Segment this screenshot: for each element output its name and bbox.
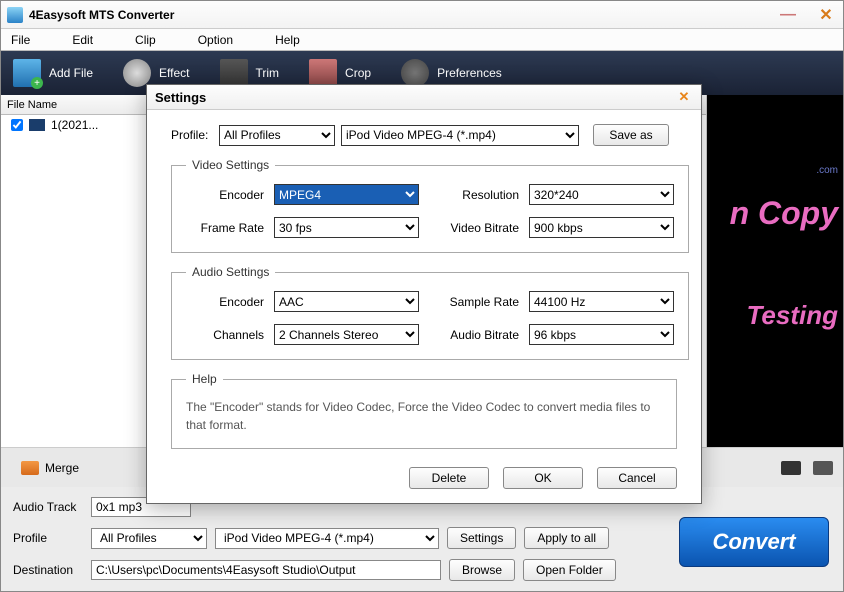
- channels-select[interactable]: 2 Channels Stereo: [274, 324, 419, 345]
- toolbar-preferences[interactable]: Preferences: [401, 59, 502, 87]
- help-group: Help The "Encoder" stands for Video Code…: [171, 372, 677, 449]
- help-text: The "Encoder" stands for Video Codec, Fo…: [186, 398, 662, 434]
- preview-overlay: Testing: [747, 300, 838, 331]
- convert-button[interactable]: Convert: [679, 517, 829, 567]
- toolbar-trim[interactable]: Trim: [220, 59, 280, 87]
- destination-field[interactable]: [91, 560, 441, 580]
- resolution-label: Resolution: [429, 188, 519, 202]
- aencoder-label: Encoder: [186, 295, 264, 309]
- cancel-button[interactable]: Cancel: [597, 467, 677, 489]
- preview-overlay: .com: [816, 165, 838, 176]
- audio-settings-group: Audio Settings Encoder AAC Sample Rate 4…: [171, 265, 689, 360]
- encoder-label: Encoder: [186, 188, 264, 202]
- open-folder-button[interactable]: Open Folder: [523, 559, 616, 581]
- profile-select-1[interactable]: All Profiles: [91, 528, 207, 549]
- window-title: 4Easysoft MTS Converter: [29, 8, 174, 22]
- menu-option[interactable]: Option: [194, 31, 237, 49]
- samplerate-label: Sample Rate: [429, 295, 519, 309]
- add-file-icon: [13, 59, 41, 87]
- help-legend: Help: [186, 372, 223, 386]
- video-legend: Video Settings: [186, 158, 275, 172]
- view-icon[interactable]: [781, 461, 801, 475]
- save-as-button[interactable]: Save as: [593, 124, 669, 146]
- framerate-label: Frame Rate: [186, 221, 264, 235]
- dialog-titlebar: Settings ✕: [147, 85, 701, 110]
- file-checkbox[interactable]: [11, 119, 23, 131]
- audio-track-label: Audio Track: [13, 500, 83, 514]
- audio-legend: Audio Settings: [186, 265, 275, 279]
- toolbar-effect[interactable]: Effect: [123, 59, 189, 87]
- preview-overlay: n Copy: [730, 195, 838, 232]
- video-preview: .com n Copy Testing: [707, 95, 843, 447]
- delete-button[interactable]: Delete: [409, 467, 489, 489]
- dlg-profile-select-1[interactable]: All Profiles: [219, 125, 335, 146]
- video-encoder-select[interactable]: MPEG4: [274, 184, 419, 205]
- profile-label: Profile: [13, 531, 83, 545]
- dlg-profile-select-2[interactable]: iPod Video MPEG-4 (*.mp4): [341, 125, 579, 146]
- preferences-icon: [401, 59, 429, 87]
- window-minimize-button[interactable]: —: [777, 6, 799, 24]
- vbitrate-label: Video Bitrate: [429, 221, 519, 235]
- app-icon: [7, 7, 23, 23]
- settings-dialog: Settings ✕ Profile: All Profiles iPod Vi…: [146, 84, 702, 504]
- crop-icon: [309, 59, 337, 87]
- video-settings-group: Video Settings Encoder MPEG4 Resolution …: [171, 158, 689, 253]
- file-thumb-icon: [29, 119, 45, 131]
- framerate-select[interactable]: 30 fps: [274, 217, 419, 238]
- toolbar-crop[interactable]: Crop: [309, 59, 371, 87]
- merge-button[interactable]: Merge: [11, 457, 89, 479]
- resolution-select[interactable]: 320*240: [529, 184, 674, 205]
- titlebar: 4Easysoft MTS Converter — ✕: [1, 1, 843, 29]
- profile-select-2[interactable]: iPod Video MPEG-4 (*.mp4): [215, 528, 439, 549]
- menu-file[interactable]: File: [7, 31, 34, 49]
- merge-icon: [21, 461, 39, 475]
- vbitrate-select[interactable]: 900 kbps: [529, 217, 674, 238]
- settings-button[interactable]: Settings: [447, 527, 516, 549]
- effect-icon: [123, 59, 151, 87]
- toolbar-add-file[interactable]: Add File: [13, 59, 93, 87]
- dialog-title: Settings: [155, 90, 206, 105]
- dialog-close-button[interactable]: ✕: [675, 88, 693, 106]
- samplerate-select[interactable]: 44100 Hz: [529, 291, 674, 312]
- window-close-button[interactable]: ✕: [815, 6, 837, 24]
- destination-label: Destination: [13, 563, 83, 577]
- menu-clip[interactable]: Clip: [131, 31, 160, 49]
- menubar: File Edit Clip Option Help: [1, 29, 843, 51]
- abitrate-select[interactable]: 96 kbps: [529, 324, 674, 345]
- apply-all-button[interactable]: Apply to all: [524, 527, 609, 549]
- channels-label: Channels: [186, 328, 264, 342]
- browse-button[interactable]: Browse: [449, 559, 515, 581]
- dlg-profile-label: Profile:: [171, 128, 213, 142]
- ok-button[interactable]: OK: [503, 467, 583, 489]
- trim-icon: [220, 59, 248, 87]
- audio-encoder-select[interactable]: AAC: [274, 291, 419, 312]
- abitrate-label: Audio Bitrate: [429, 328, 519, 342]
- menu-edit[interactable]: Edit: [68, 31, 97, 49]
- file-name: 1(2021...: [51, 118, 98, 132]
- snapshot-icon[interactable]: [813, 461, 833, 475]
- menu-help[interactable]: Help: [271, 31, 304, 49]
